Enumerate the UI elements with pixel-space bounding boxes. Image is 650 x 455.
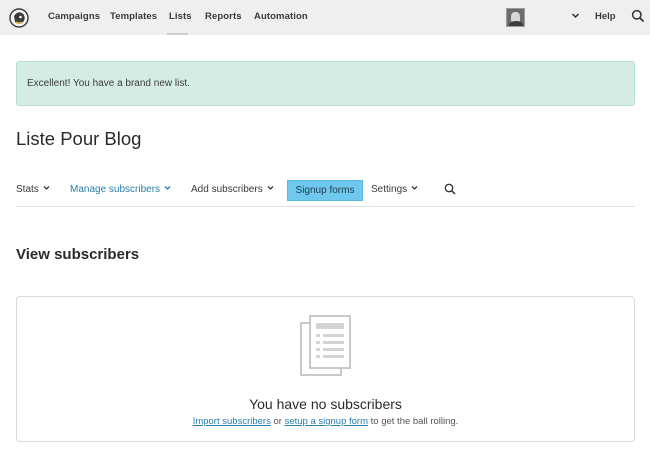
page-title: Liste Pour Blog — [16, 128, 142, 149]
nav-reports[interactable]: Reports — [205, 11, 242, 22]
empty-state-card: You have no subscribers Import subscribe… — [16, 296, 635, 442]
top-nav: Campaigns Templates Lists Reports Automa… — [0, 0, 650, 35]
nav-campaigns[interactable]: Campaigns — [48, 11, 100, 22]
subnav-settings[interactable]: Settings — [371, 184, 418, 195]
or-text: or — [273, 416, 282, 427]
search-icon[interactable] — [631, 9, 645, 23]
chevron-down-icon — [267, 186, 274, 190]
empty-state-message: Import subscribers or setup a signup for… — [17, 416, 634, 427]
subnav-add-label: Add subscribers — [191, 184, 263, 195]
subnav-settings-label: Settings — [371, 184, 408, 195]
signup-forms-button[interactable]: Signup forms — [287, 180, 363, 201]
chevron-down-icon — [43, 186, 50, 190]
subnav-divider — [16, 206, 635, 207]
section-title: View subscribers — [16, 246, 140, 263]
suffix-text: to get the ball rolling. — [370, 416, 459, 427]
mailchimp-logo[interactable] — [9, 8, 29, 28]
nav-active-indicator — [167, 33, 188, 35]
avatar-body — [509, 21, 523, 26]
search-icon[interactable] — [444, 183, 456, 195]
subnav-stats-label: Stats — [16, 184, 39, 195]
subnav-add-subscribers[interactable]: Add subscribers — [191, 184, 274, 195]
success-alert: Excellent! You have a brand new list. — [16, 61, 635, 106]
empty-state-title: You have no subscribers — [249, 396, 402, 412]
help-link[interactable]: Help — [595, 11, 616, 22]
nav-templates[interactable]: Templates — [110, 11, 157, 22]
chevron-down-icon — [411, 186, 418, 190]
import-subscribers-link[interactable]: Import subscribers — [193, 416, 271, 427]
setup-signup-form-link[interactable]: setup a signup form — [285, 416, 368, 427]
chevron-down-icon[interactable] — [571, 11, 580, 20]
avatar[interactable] — [506, 8, 525, 27]
subnav-manage-subscribers[interactable]: Manage subscribers — [70, 184, 171, 195]
document-icon — [300, 315, 351, 376]
subnav-manage-label: Manage subscribers — [70, 184, 161, 195]
nav-automation[interactable]: Automation — [254, 11, 308, 22]
nav-lists[interactable]: Lists — [169, 11, 192, 22]
subnav-stats[interactable]: Stats — [16, 184, 50, 195]
alert-text: Excellent! You have a brand new list. — [27, 78, 190, 89]
chevron-down-icon — [164, 186, 171, 190]
